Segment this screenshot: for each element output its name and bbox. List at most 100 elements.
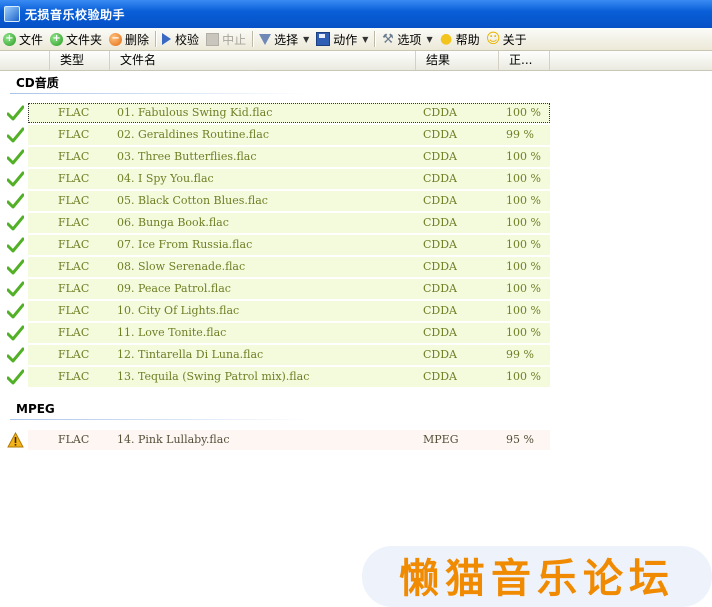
dropdown-arrow-icon: ▼ [426, 34, 433, 44]
table-row[interactable]: FLAC 07. Ice From Russia.flac CDDA 100 % [0, 234, 712, 256]
percent-cell: 99 % [506, 128, 534, 141]
filename-cell: 01. Fabulous Swing Kid.flac [117, 106, 273, 119]
filename-cell: 03. Three Butterflies.flac [117, 150, 257, 163]
row-background [28, 103, 550, 123]
check-icon [7, 347, 24, 363]
group-divider [10, 419, 310, 420]
table-row[interactable]: FLAC 02. Geraldines Routine.flac CDDA 99 % [0, 124, 712, 146]
type-cell: FLAC [58, 282, 90, 295]
app-icon [4, 6, 20, 22]
filename-cell: 14. Pink Lullaby.flac [117, 433, 230, 446]
group-title: CD音质 [16, 76, 59, 90]
filename-cell: 08. Slow Serenade.flac [117, 260, 246, 273]
add-folder-label: 文件夹 [66, 32, 103, 47]
check-icon [7, 259, 24, 275]
verify-button[interactable]: 校验 [159, 29, 203, 49]
filename-cell: 13. Tequila (Swing Patrol mix).flac [117, 370, 310, 383]
table-row[interactable]: FLAC 06. Bunga Book.flac CDDA 100 % [0, 212, 712, 234]
dropdown-arrow-icon: ▼ [303, 34, 310, 44]
check-icon [7, 369, 24, 385]
about-button[interactable]: ☺ 关于 [484, 29, 531, 49]
row-background [28, 279, 550, 299]
result-cell: CDDA [423, 304, 457, 317]
row-background [28, 323, 550, 343]
action-dropdown-button[interactable]: 动作 ▼ [313, 29, 372, 49]
table-row[interactable]: FLAC 04. I Spy You.flac CDDA 100 % [0, 168, 712, 190]
save-icon [316, 32, 331, 46]
options-dropdown-button[interactable]: ⚒ 选项 ▼ [378, 29, 436, 49]
type-cell: FLAC [58, 128, 90, 141]
title-bar: 无损音乐校验助手 [0, 0, 712, 28]
check-icon [7, 105, 24, 121]
filename-cell: 10. City Of Lights.flac [117, 304, 240, 317]
table-row[interactable]: FLAC 13. Tequila (Swing Patrol mix).flac C… [0, 366, 712, 388]
check-icon [7, 149, 24, 165]
play-icon [162, 33, 172, 45]
type-cell: FLAC [58, 260, 90, 273]
result-cell: CDDA [423, 194, 457, 207]
percent-cell: 100 % [506, 282, 541, 295]
select-dropdown-button[interactable]: 选择 ▼ [256, 29, 313, 49]
filename-cell: 07. Ice From Russia.flac [117, 238, 253, 251]
column-header-blank[interactable] [0, 51, 50, 70]
type-cell: FLAC [58, 326, 90, 339]
add-folder-button[interactable]: + 文件夹 [47, 29, 106, 49]
row-background [28, 125, 550, 145]
row-background [28, 257, 550, 277]
watermark-text: 懒猫音乐论坛 [399, 556, 675, 602]
result-cell: CDDA [423, 348, 457, 361]
filename-cell: 12. Tintarella Di Luna.flac [117, 348, 264, 361]
abort-label: 中止 [222, 32, 247, 47]
type-cell: FLAC [58, 304, 90, 317]
type-cell: FLAC [58, 194, 90, 207]
stop-icon [206, 32, 220, 46]
result-cell: CDDA [423, 106, 457, 119]
help-button[interactable]: ● 帮助 [437, 29, 484, 49]
about-label: 关于 [502, 32, 527, 47]
column-header-result[interactable]: 结果 [416, 51, 499, 70]
check-icon [7, 193, 24, 209]
table-row[interactable]: FLAC 09. Peace Patrol.flac CDDA 100 % [0, 278, 712, 300]
result-cell: MPEG [423, 433, 459, 446]
toolbar-separator [155, 31, 158, 47]
type-cell: FLAC [58, 172, 90, 185]
row-background [28, 191, 550, 211]
smile-icon: ☺ [485, 31, 501, 47]
delete-button[interactable]: − 删除 [106, 29, 153, 49]
result-cell: CDDA [423, 260, 457, 273]
filename-cell: 06. Bunga Book.flac [117, 216, 229, 229]
column-header-percent[interactable]: 正... [499, 51, 550, 70]
add-icon: + [50, 32, 64, 46]
result-cell: CDDA [423, 216, 457, 229]
result-cell: CDDA [423, 150, 457, 163]
row-background [28, 301, 550, 321]
check-icon [7, 127, 24, 143]
result-cell: CDDA [423, 238, 457, 251]
table-row[interactable]: FLAC 03. Three Butterflies.flac CDDA 100 % [0, 146, 712, 168]
filename-cell: 09. Peace Patrol.flac [117, 282, 231, 295]
type-cell: FLAC [58, 106, 90, 119]
filename-cell: 02. Geraldines Routine.flac [117, 128, 269, 141]
table-row[interactable]: FLAC 05. Black Cotton Blues.flac CDDA 100 % [0, 190, 712, 212]
table-row[interactable]: FLAC 14. Pink Lullaby.flac MPEG 95 % [0, 429, 712, 451]
percent-cell: 100 % [506, 216, 541, 229]
options-label: 选项 [397, 32, 422, 47]
table-row[interactable]: FLAC 11. Love Tonite.flac CDDA 100 % [0, 322, 712, 344]
table-row[interactable]: FLAC 01. Fabulous Swing Kid.flac CDDA 100 % [0, 102, 712, 124]
column-header-type[interactable]: 类型 [50, 51, 110, 70]
percent-cell: 100 % [506, 172, 541, 185]
type-cell: FLAC [58, 150, 90, 163]
table-row[interactable]: FLAC 08. Slow Serenade.flac CDDA 100 % [0, 256, 712, 278]
type-cell: FLAC [58, 433, 90, 446]
table-row[interactable]: FLAC 12. Tintarella Di Luna.flac CDDA 99 % [0, 344, 712, 366]
check-icon [7, 171, 24, 187]
watermark-banner: 懒猫音乐论坛 [362, 546, 712, 607]
table-row[interactable]: FLAC 10. City Of Lights.flac CDDA 100 % [0, 300, 712, 322]
warning-icon [7, 432, 24, 448]
abort-button[interactable]: 中止 [203, 29, 250, 49]
column-header-filename[interactable]: 文件名 [110, 51, 416, 70]
bulb-icon: ● [439, 31, 453, 47]
dropdown-arrow-icon: ▼ [362, 34, 369, 44]
filename-cell: 05. Black Cotton Blues.flac [117, 194, 268, 207]
add-file-button[interactable]: + 文件 [0, 29, 47, 49]
